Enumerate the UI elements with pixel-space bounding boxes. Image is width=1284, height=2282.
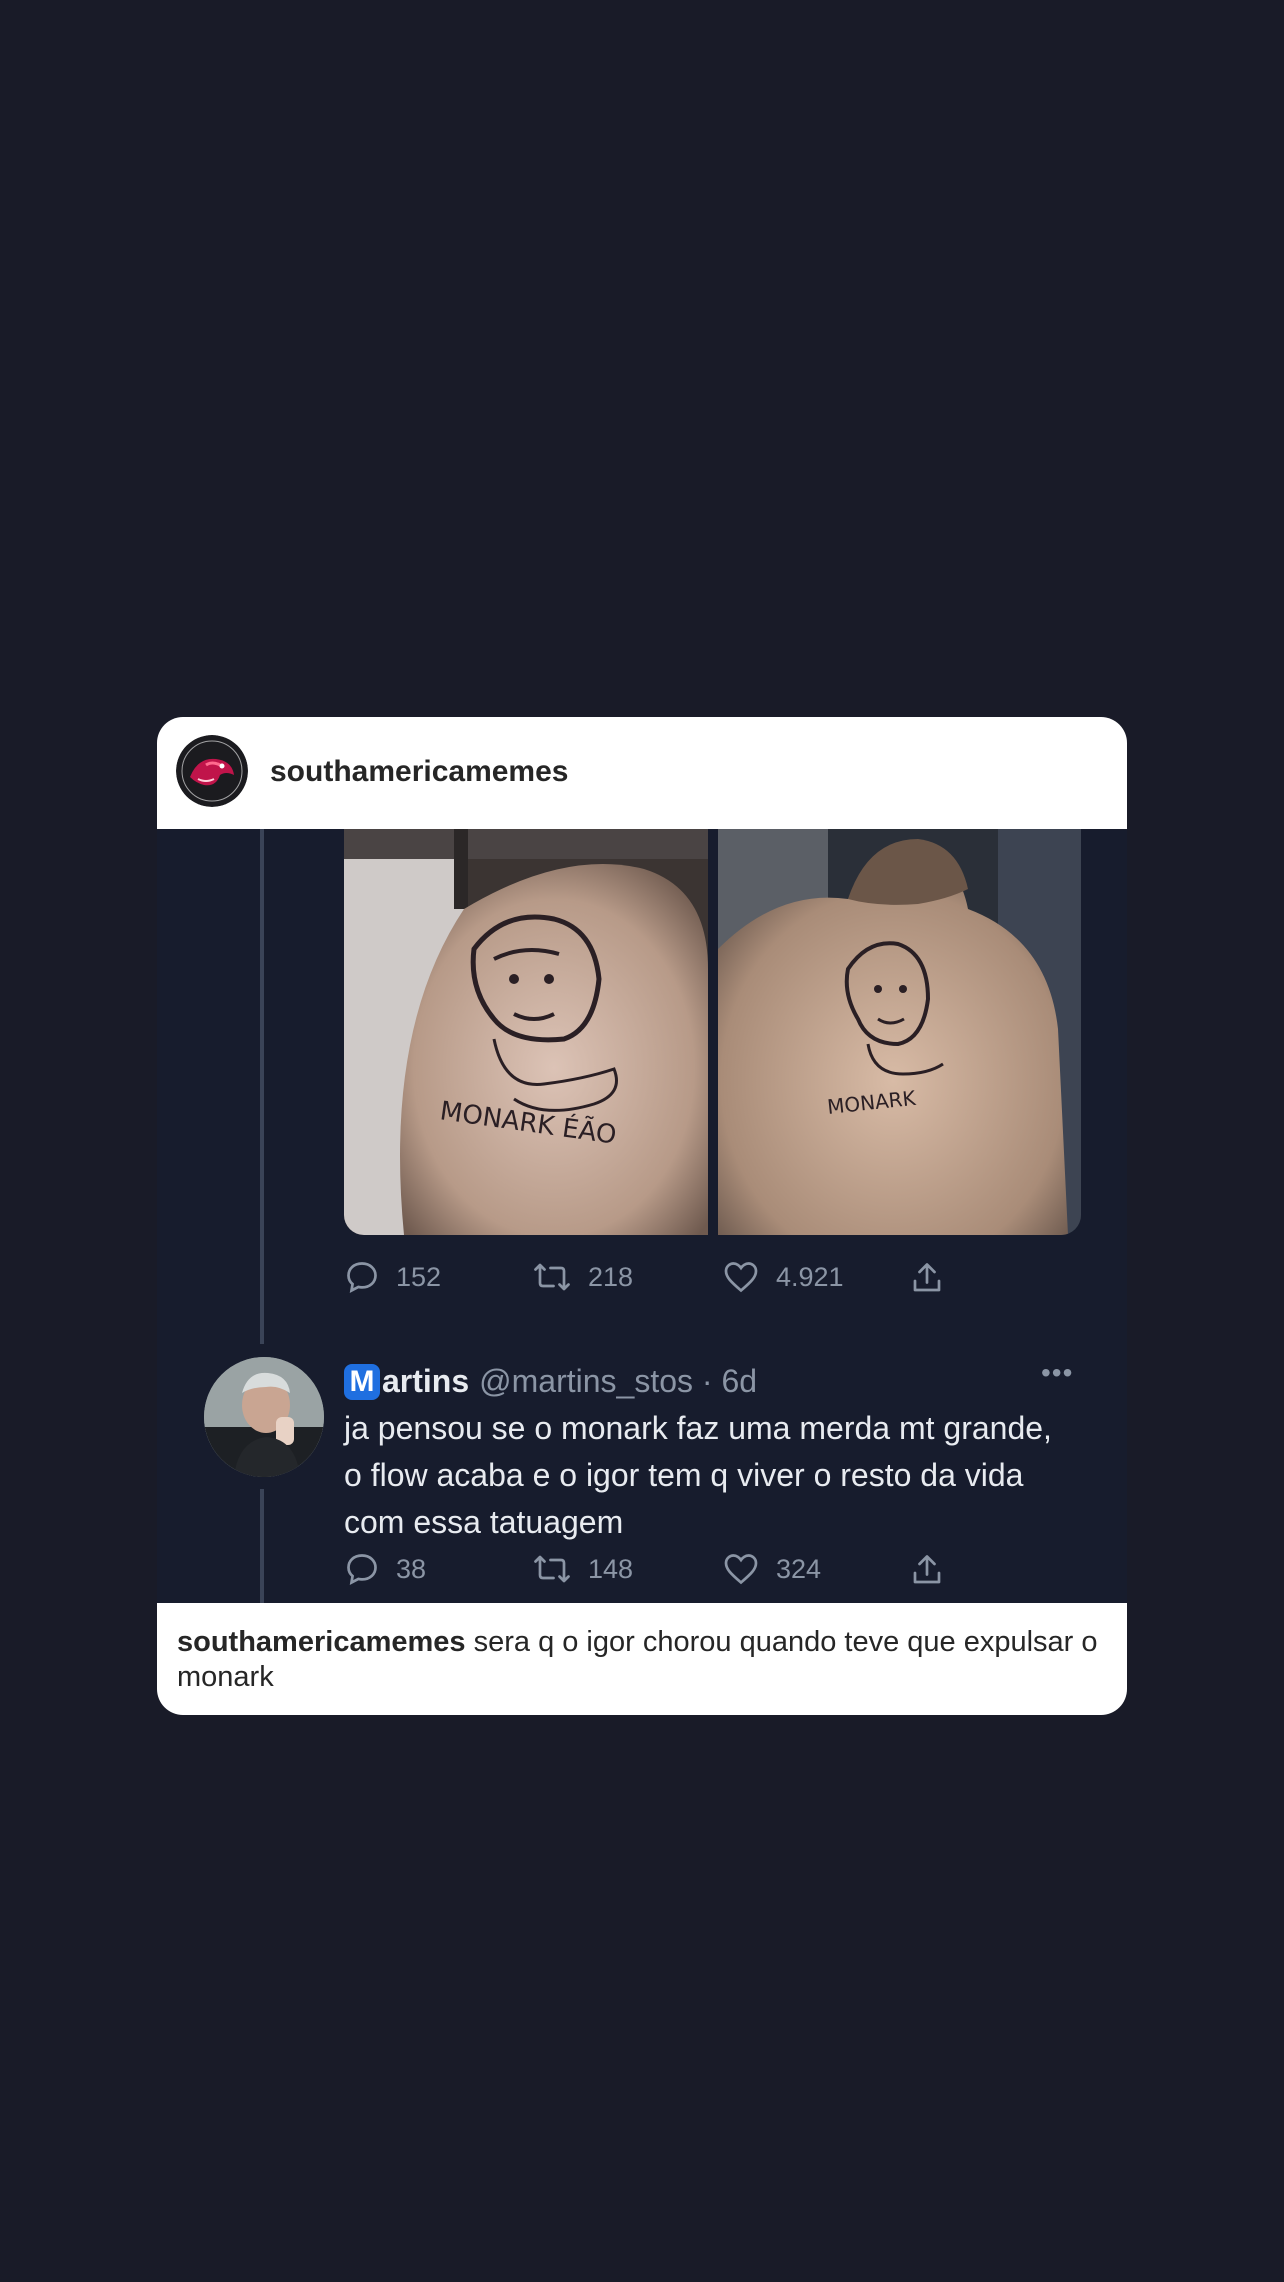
reply-icon — [347, 1554, 377, 1585]
like-icon — [724, 1262, 758, 1293]
reply-count-1: 152 — [396, 1261, 442, 1292]
like-count-1: 4.921 — [776, 1261, 844, 1292]
post-caption: southamericamemes sera q o igor chorou q… — [177, 1625, 1107, 1695]
retweet-count-2: 148 — [588, 1553, 634, 1584]
retweet-action-1[interactable]: 218 — [532, 1259, 633, 1295]
like-count-2: 324 — [776, 1553, 822, 1584]
reply-text: ja pensou se o monark faz uma merda mt g… — [344, 1410, 1052, 1540]
tattoo-photo-right[interactable]: MONARK — [718, 829, 1081, 1235]
reply-name-row: M artins @martins_stos · 6d — [344, 1363, 757, 1400]
retweet-count-1: 218 — [588, 1261, 634, 1292]
thread-line-bottom — [260, 1489, 264, 1603]
like-icon — [724, 1554, 758, 1585]
post-header: southamericamemes — [157, 717, 1127, 829]
share-icon — [913, 1555, 941, 1584]
reply-action-1[interactable]: 152 — [344, 1259, 441, 1295]
post-username[interactable]: southamericamemes — [270, 755, 568, 789]
reply-handle[interactable]: @martins_stos · 6d — [479, 1363, 757, 1400]
retweet-icon — [534, 1263, 570, 1291]
share-action-1[interactable] — [909, 1259, 961, 1297]
more-icon[interactable]: ••• — [1041, 1357, 1073, 1389]
reply-count-2: 38 — [396, 1553, 427, 1584]
share-action-2[interactable] — [909, 1551, 961, 1589]
instagram-post-card: southamericamemes MONARK ÉÃO MONARK 152 … — [157, 717, 1127, 1715]
share-icon — [913, 1263, 941, 1292]
retweet-icon — [534, 1555, 570, 1583]
tattoo-photo-left[interactable]: MONARK ÉÃO — [344, 829, 708, 1235]
reply-action-2[interactable]: 38 — [344, 1551, 426, 1587]
caption-username[interactable]: southamericamemes — [177, 1626, 466, 1658]
reply-display-name[interactable]: artins — [382, 1363, 469, 1400]
like-action-2[interactable]: 324 — [722, 1551, 821, 1587]
tweet-screenshot: MONARK ÉÃO MONARK 152 218 4.921 M artins… — [157, 829, 1127, 1603]
reply-icon — [347, 1262, 377, 1293]
retweet-action-2[interactable]: 148 — [532, 1551, 633, 1587]
name-badge: M — [344, 1363, 380, 1400]
thread-line-top — [260, 829, 264, 1344]
reply-user-avatar[interactable] — [204, 1357, 324, 1477]
profile-avatar[interactable] — [176, 735, 248, 807]
like-action-1[interactable]: 4.921 — [722, 1259, 844, 1295]
